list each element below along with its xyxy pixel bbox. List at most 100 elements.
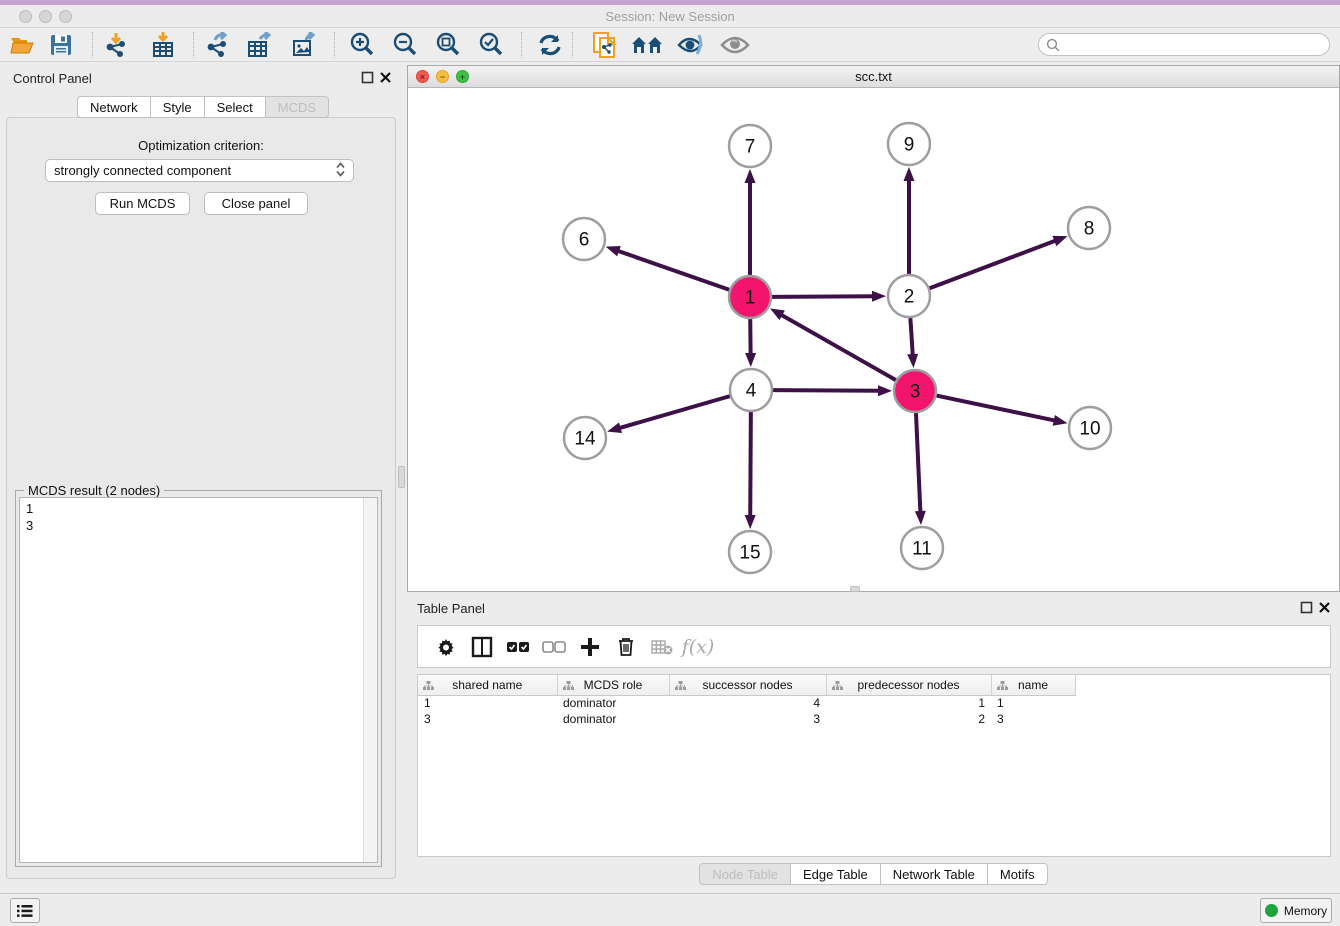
table-row[interactable]: 1dominator411: [418, 695, 1075, 711]
zoom-selected-icon[interactable]: [474, 31, 508, 59]
tab-edge-table[interactable]: Edge Table: [790, 863, 880, 885]
tab-motifs[interactable]: Motifs: [987, 863, 1048, 885]
flatten-hierarchy-icon: [832, 680, 843, 694]
select-stepper-icon: [336, 162, 345, 180]
graph-node-label-4: 4: [746, 381, 757, 402]
table-cell[interactable]: 1: [826, 695, 991, 711]
status-bar: Memory: [0, 893, 1340, 926]
graph-edge-3-11[interactable]: [916, 413, 921, 514]
table-cell[interactable]: 3: [418, 711, 557, 727]
node-table[interactable]: shared nameMCDS rolesuccessor nodesprede…: [417, 674, 1331, 857]
show-task-history-button[interactable]: [10, 898, 40, 923]
list-icon: [17, 904, 33, 918]
zoom-in-icon[interactable]: [345, 31, 379, 59]
toolbar-separator: [92, 32, 93, 58]
graph-node-label-9: 9: [904, 135, 915, 156]
table-cell[interactable]: 3: [991, 711, 1075, 727]
delete-table-icon[interactable]: [644, 631, 680, 663]
table-cell[interactable]: dominator: [557, 695, 669, 711]
network-canvas[interactable]: 7968124314101511: [408, 88, 1339, 591]
column-header-predecessor-nodes[interactable]: predecessor nodes: [826, 675, 991, 695]
search-input[interactable]: [1064, 38, 1329, 52]
table-cell[interactable]: 3: [669, 711, 826, 727]
save-session-icon[interactable]: [44, 31, 78, 59]
network-overview-icon[interactable]: [630, 31, 664, 59]
graph-edge-1-2[interactable]: [772, 296, 875, 297]
column-header-successor-nodes[interactable]: successor nodes: [669, 675, 826, 695]
memory-button[interactable]: Memory: [1260, 898, 1332, 923]
table-cell[interactable]: 2: [826, 711, 991, 727]
deselect-all-icon[interactable]: [536, 631, 572, 663]
result-scrollbar[interactable]: [363, 498, 377, 862]
toolbar-separator: [334, 32, 335, 58]
tab-style[interactable]: Style: [150, 96, 204, 118]
delete-icon[interactable]: [608, 631, 644, 663]
search-icon: [1046, 38, 1060, 52]
network-window-titlebar[interactable]: × − + scc.txt: [408, 66, 1339, 88]
search-box[interactable]: [1038, 33, 1330, 56]
zoom-out-icon[interactable]: [388, 31, 422, 59]
close-table-panel-icon[interactable]: [1318, 601, 1331, 614]
table-cell[interactable]: 1: [991, 695, 1075, 711]
graph-arrowhead: [1053, 415, 1068, 426]
export-table-icon[interactable]: [243, 31, 277, 59]
import-table-icon[interactable]: [146, 31, 180, 59]
tab-network[interactable]: Network: [77, 96, 150, 118]
tab-mcds[interactable]: MCDS: [265, 96, 329, 118]
run-mcds-button[interactable]: Run MCDS: [95, 192, 190, 215]
graph-arrowhead: [1052, 236, 1067, 246]
mcds-result-text[interactable]: 1 3: [19, 497, 378, 863]
graph-node-label-8: 8: [1084, 219, 1095, 240]
graph-edge-4-14[interactable]: [618, 396, 730, 428]
graph-arrowhead: [606, 246, 621, 256]
column-header-MCDS-role[interactable]: MCDS role: [557, 675, 669, 695]
eye-icon[interactable]: [718, 31, 752, 59]
graph-arrowhead: [607, 422, 622, 433]
graph-node-label-1: 1: [745, 288, 756, 309]
import-network-icon[interactable]: [100, 31, 134, 59]
flatten-hierarchy-icon: [675, 680, 686, 694]
graph-node-label-14: 14: [574, 429, 596, 450]
open-session-icon[interactable]: [6, 31, 40, 59]
add-column-icon[interactable]: [572, 631, 608, 663]
select-all-icon[interactable]: [500, 631, 536, 663]
graph-edge-1-6[interactable]: [616, 250, 729, 290]
float-panel-icon[interactable]: [361, 71, 374, 84]
table-panel-header: Table Panel: [407, 595, 1340, 621]
export-image-icon[interactable]: [288, 31, 322, 59]
close-panel-icon[interactable]: [379, 71, 392, 84]
new-network-from-selection-icon[interactable]: [588, 31, 622, 59]
function-builder-icon[interactable]: f(x): [680, 631, 716, 663]
zoom-fit-icon[interactable]: [431, 31, 465, 59]
graph-edge-4-15[interactable]: [750, 412, 751, 518]
criterion-value: strongly connected component: [54, 163, 231, 178]
float-table-panel-icon[interactable]: [1300, 601, 1313, 614]
control-panel-title: Control Panel: [13, 71, 92, 86]
table-row[interactable]: 3dominator323: [418, 711, 1075, 727]
gear-icon[interactable]: [428, 631, 464, 663]
table-cell[interactable]: 1: [418, 695, 557, 711]
graph-node-label-11: 11: [912, 539, 932, 560]
graph-edge-4-3[interactable]: [773, 390, 881, 391]
tab-select[interactable]: Select: [204, 96, 265, 118]
graph-edge-2-8[interactable]: [930, 240, 1058, 288]
application-window: Session: New Session: [0, 0, 1340, 926]
graph-edge-3-1[interactable]: [780, 314, 896, 380]
column-header-name[interactable]: name: [991, 675, 1075, 695]
criterion-select[interactable]: strongly connected component: [45, 159, 354, 182]
apply-layout-icon[interactable]: [533, 31, 567, 59]
graph-edge-2-3[interactable]: [910, 318, 912, 357]
tab-network-table[interactable]: Network Table: [880, 863, 987, 885]
graph-node-label-7: 7: [745, 137, 756, 158]
close-panel-button[interactable]: Close panel: [204, 192, 308, 215]
tab-node-table[interactable]: Node Table: [699, 863, 790, 885]
table-cell[interactable]: 4: [669, 695, 826, 711]
export-network-icon[interactable]: [201, 31, 235, 59]
graph-edge-3-10[interactable]: [937, 396, 1057, 421]
column-header-shared-name[interactable]: shared name: [418, 675, 557, 695]
column-layout-icon[interactable]: [464, 631, 500, 663]
splitter-grip-horizontal[interactable]: [850, 586, 860, 592]
hide-graphics-details-icon[interactable]: [674, 31, 708, 59]
table-cell[interactable]: dominator: [557, 711, 669, 727]
splitter-grip-vertical[interactable]: [398, 466, 405, 488]
